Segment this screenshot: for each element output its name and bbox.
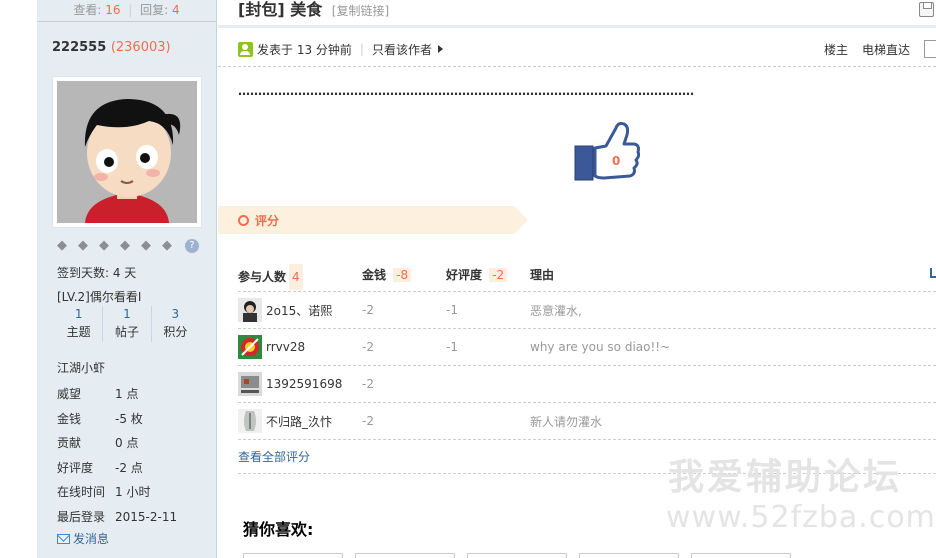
- replies-count: 4: [172, 3, 180, 17]
- recommend-card[interactable]: [691, 553, 791, 558]
- send-message-button[interactable]: 发消息: [57, 530, 109, 547]
- floor-nav: 楼主 电梯直达: [824, 40, 936, 58]
- recommend-card[interactable]: [579, 553, 679, 558]
- send-message-label: 发消息: [73, 532, 110, 546]
- count-points[interactable]: 3 积分: [152, 306, 199, 342]
- recommend-card[interactable]: [355, 553, 455, 558]
- user-counts: 1 主题 1 帖子 3 积分: [55, 306, 199, 342]
- col-money: 金钱 -8: [362, 262, 446, 291]
- money-total: -8: [393, 268, 412, 282]
- table-row: 2o15、诺熙 -2 -1 恶意灌水,: [238, 292, 936, 329]
- like-count: 0: [612, 154, 621, 168]
- views-label: 查看:: [73, 3, 102, 17]
- post-meta: 发表于 13 分钟前 | 只看该作者: [238, 40, 443, 58]
- envelope-icon: [57, 533, 70, 544]
- count-posts[interactable]: 1 帖子: [103, 306, 152, 342]
- rater-name[interactable]: rrvv28: [266, 340, 305, 354]
- profile-row: 金钱 -5 枚: [57, 411, 143, 426]
- rater-money: -2: [362, 303, 374, 317]
- floor-input[interactable]: [924, 40, 936, 58]
- rater-avatar[interactable]: [238, 335, 262, 359]
- rater-avatar[interactable]: [238, 372, 262, 396]
- arrow-right-icon: [437, 45, 443, 53]
- rater-money: -2: [362, 340, 374, 354]
- post-main: [封包] 美食 [复制链接] 发表于 13 分钟前 | 只看该作者 楼主 电梯直…: [218, 0, 936, 558]
- like-button[interactable]: 0: [574, 122, 641, 182]
- user-group: 江湖小虾: [57, 361, 106, 375]
- circle-icon: [238, 215, 249, 226]
- signin-days: 签到天数: 4 天: [57, 266, 137, 280]
- table-row: 不归路_汣忭 -2 新人请勿灌水: [238, 403, 936, 440]
- table-row: 1392591698 -2: [238, 366, 936, 403]
- replies-label: 回复:: [140, 3, 169, 17]
- profile-row: 威望 1 点: [57, 387, 139, 401]
- profile-row: 贡献 0 点: [57, 436, 139, 450]
- watermark-text: 我爱辅助论坛: [668, 457, 903, 498]
- rater-reason: why are you so diao!!~: [530, 340, 671, 354]
- recommend-card[interactable]: [467, 553, 567, 558]
- rater-name[interactable]: 不归路_汣忭: [266, 413, 332, 430]
- rater-name[interactable]: 1392591698: [266, 377, 342, 391]
- reputation-total: -2: [489, 268, 508, 282]
- rater-avatar[interactable]: [238, 409, 262, 433]
- floor-label: 楼主: [823, 42, 848, 57]
- views-count: 16: [105, 3, 121, 17]
- rating-table-header: 参与人数 4 金钱 -8 好评度 -2 理由: [238, 262, 936, 292]
- thread-stats: 查看: 16 | 回复: 4: [37, 0, 216, 22]
- profile-row: 最后登录 2015-2-11: [57, 509, 178, 524]
- col-participants: 参与人数 4: [238, 262, 362, 291]
- user-profile: 江湖小虾 威望 1 点 金钱 -5 枚 贡献 0 点 好评度 -2 点 在线时间 1 小时…: [57, 356, 207, 529]
- watermark-url: www.52fzba.com: [666, 500, 936, 535]
- table-row: rrvv28 -2 -1 why are you so diao!!~: [238, 329, 936, 366]
- title-divider: [218, 25, 936, 28]
- col-reputation: 好评度 -2: [446, 262, 530, 291]
- author-name: 222555 (236003): [52, 40, 171, 55]
- post-time: 发表于 13 分钟前: [257, 42, 352, 57]
- rater-reason: 恶意灌水,: [530, 303, 582, 318]
- gem-icon: ◆: [120, 238, 130, 253]
- user-level[interactable]: [LV.2]偶尔看看I: [57, 288, 141, 305]
- guess-you-like-list: [243, 553, 791, 558]
- rater-money: -2: [362, 377, 374, 391]
- rater-avatar[interactable]: [238, 298, 262, 322]
- print-icon[interactable]: [919, 2, 934, 17]
- gem-icon: ◆: [162, 238, 172, 253]
- recommend-card[interactable]: [243, 553, 343, 558]
- gem-icon: ◆: [141, 238, 151, 253]
- rater-money: -2: [362, 414, 374, 428]
- gem-icon: ◆: [78, 238, 88, 253]
- profile-row: 好评度 -2 点: [57, 460, 143, 475]
- meta-divider: [218, 66, 936, 67]
- rater-reputation: -1: [446, 340, 458, 354]
- gem-icon: ◆: [99, 238, 109, 253]
- col-reason: 理由: [530, 268, 555, 282]
- avatar[interactable]: [52, 76, 202, 228]
- participants-count: 4: [289, 263, 303, 290]
- jump-to-floor-link[interactable]: 电梯直达: [862, 41, 910, 58]
- post-content: ……………………………………………………………………………………………………: [238, 84, 694, 98]
- rater-reputation: -1: [446, 303, 458, 317]
- rater-reason: 新人请勿灌水: [530, 414, 603, 429]
- count-threads[interactable]: 1 主题: [55, 306, 104, 342]
- author-username[interactable]: 222555: [52, 40, 106, 55]
- rater-name[interactable]: 2o15、诺熙: [266, 302, 332, 319]
- copy-link-button[interactable]: [复制链接]: [332, 4, 389, 18]
- thread-title: [封包] 美食: [238, 0, 323, 19]
- profile-row: 在线时间 1 小时: [57, 485, 151, 499]
- avatar-image: [57, 81, 197, 223]
- author-uid: 236003: [115, 40, 166, 55]
- online-user-icon: [238, 41, 253, 57]
- left-gutter: [0, 0, 37, 558]
- author-sidebar: 查看: 16 | 回复: 4 222555 (236003) ◆ ◆ ◆ ◆ ◆…: [37, 0, 217, 558]
- level-gems: ◆ ◆ ◆ ◆ ◆ ◆ ?: [53, 238, 199, 254]
- page-title: [封包] 美食 [复制链接]: [238, 0, 389, 24]
- rating-table: 参与人数 4 金钱 -8 好评度 -2 理由 2o15、诺熙 -2 -1 恶意灌…: [238, 262, 936, 474]
- help-icon[interactable]: ?: [185, 239, 199, 253]
- gem-icon: ◆: [57, 238, 67, 253]
- guess-you-like-title: 猜你喜欢:: [243, 520, 314, 539]
- rating-header: 评分: [218, 206, 528, 234]
- only-author-link[interactable]: 只看该作者: [372, 41, 432, 58]
- rating-title: 评分: [255, 214, 280, 228]
